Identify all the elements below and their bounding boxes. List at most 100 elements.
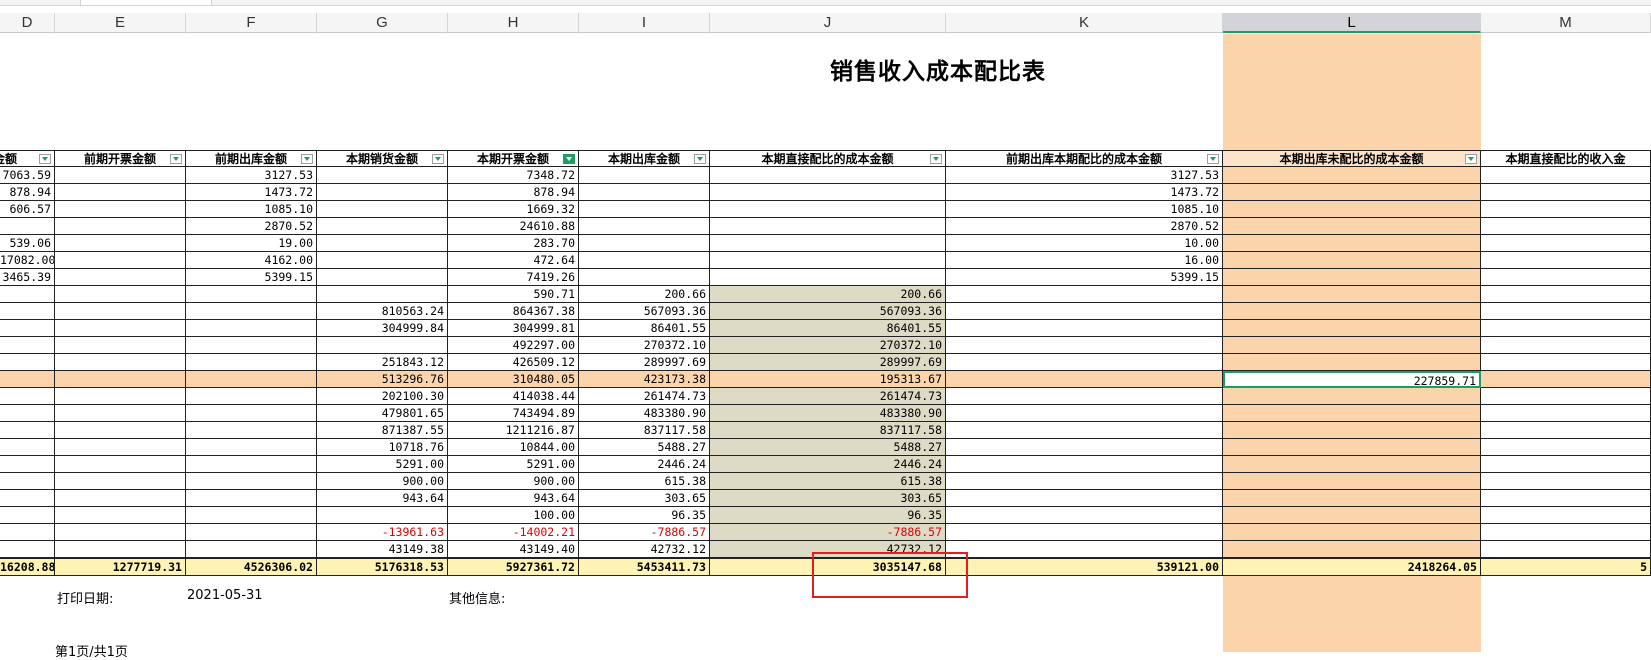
table-cell[interactable] (946, 405, 1223, 422)
table-cell[interactable]: -7886.57 (579, 524, 710, 541)
table-cell[interactable] (317, 235, 448, 252)
table-cell[interactable] (1481, 541, 1651, 558)
total-cell-h[interactable]: 5927361.72 (448, 558, 579, 576)
table-cell[interactable]: 567093.36 (710, 303, 946, 320)
table-cell[interactable] (946, 354, 1223, 371)
filter-dropdown-icon[interactable] (170, 154, 182, 164)
total-cell-g[interactable]: 5176318.53 (317, 558, 448, 576)
table-cell[interactable]: 414038.44 (448, 388, 579, 405)
total-cell-d[interactable]: 16208.88 (0, 558, 55, 576)
table-cell[interactable] (186, 337, 317, 354)
table-cell[interactable]: 7348.72 (448, 167, 579, 184)
table-cell[interactable]: 7063.59 (0, 167, 55, 184)
table-cell[interactable] (946, 337, 1223, 354)
table-cell[interactable] (946, 524, 1223, 541)
filter-dropdown-icon[interactable] (694, 154, 706, 164)
table-cell[interactable] (186, 286, 317, 303)
column-header-e[interactable]: E (55, 13, 186, 33)
table-cell[interactable] (946, 473, 1223, 490)
table-cell[interactable] (55, 405, 186, 422)
table-cell[interactable] (1223, 167, 1481, 184)
table-cell[interactable] (1481, 269, 1651, 286)
table-cell[interactable] (317, 286, 448, 303)
table-cell[interactable]: -13961.63 (317, 524, 448, 541)
table-cell[interactable] (186, 439, 317, 456)
table-cell[interactable]: 837117.58 (579, 422, 710, 439)
table-cell[interactable]: 200.66 (710, 286, 946, 303)
table-cell[interactable] (0, 456, 55, 473)
table-cell[interactable] (1481, 524, 1651, 541)
column-header-f[interactable]: F (186, 13, 317, 33)
table-cell[interactable] (1481, 388, 1651, 405)
table-cell[interactable] (186, 320, 317, 337)
table-cell[interactable] (55, 201, 186, 218)
table-cell[interactable] (710, 167, 946, 184)
table-cell[interactable] (946, 541, 1223, 558)
table-cell[interactable]: 900.00 (317, 473, 448, 490)
table-cell[interactable]: 5399.15 (186, 269, 317, 286)
table-cell[interactable] (1223, 337, 1481, 354)
table-cell[interactable]: 19.00 (186, 235, 317, 252)
table-cell[interactable] (946, 371, 1223, 388)
table-cell[interactable] (317, 184, 448, 201)
table-cell[interactable]: 837117.58 (710, 422, 946, 439)
table-cell[interactable] (55, 320, 186, 337)
table-cell[interactable] (1481, 303, 1651, 320)
table-cell[interactable] (1223, 218, 1481, 235)
table-cell[interactable]: 483380.90 (579, 405, 710, 422)
total-cell-f[interactable]: 4526306.02 (186, 558, 317, 576)
table-cell[interactable]: 251843.12 (317, 354, 448, 371)
table-cell[interactable] (946, 320, 1223, 337)
table-cell[interactable] (946, 439, 1223, 456)
table-cell[interactable] (186, 371, 317, 388)
table-cell[interactable] (1223, 422, 1481, 439)
column-header-d[interactable]: D (0, 13, 55, 33)
table-cell[interactable] (1481, 252, 1651, 269)
table-cell[interactable] (317, 269, 448, 286)
table-cell[interactable]: 878.94 (0, 184, 55, 201)
table-cell[interactable] (186, 473, 317, 490)
table-cell[interactable] (1223, 286, 1481, 303)
table-cell[interactable] (0, 507, 55, 524)
table-cell[interactable] (1223, 541, 1481, 558)
table-cell[interactable] (1481, 456, 1651, 473)
table-cell[interactable] (710, 252, 946, 269)
table-cell[interactable] (186, 541, 317, 558)
table-cell[interactable]: 304999.81 (448, 320, 579, 337)
table-cell[interactable] (317, 218, 448, 235)
table-cell[interactable] (946, 286, 1223, 303)
table-cell[interactable] (55, 439, 186, 456)
column-header-i[interactable]: I (579, 13, 710, 33)
table-cell[interactable]: 539.06 (0, 235, 55, 252)
column-header-h[interactable]: H (448, 13, 579, 33)
table-cell[interactable] (55, 388, 186, 405)
total-cell-k[interactable]: 539121.00 (946, 558, 1223, 576)
table-cell[interactable]: 943.64 (317, 490, 448, 507)
filter-active-icon[interactable] (563, 154, 575, 164)
table-cell[interactable] (710, 184, 946, 201)
table-cell[interactable]: 43149.40 (448, 541, 579, 558)
table-cell[interactable] (1481, 422, 1651, 439)
table-cell[interactable]: 202100.30 (317, 388, 448, 405)
table-cell[interactable]: 24610.88 (448, 218, 579, 235)
table-cell[interactable]: 270372.10 (579, 337, 710, 354)
table-cell[interactable]: 2870.52 (186, 218, 317, 235)
table-cell[interactable] (1481, 354, 1651, 371)
total-cell-i[interactable]: 5453411.73 (579, 558, 710, 576)
table-cell[interactable] (55, 490, 186, 507)
column-header-l[interactable]: L (1223, 13, 1481, 33)
table-cell[interactable]: 472.64 (448, 252, 579, 269)
table-cell[interactable]: 900.00 (448, 473, 579, 490)
table-cell[interactable]: 810563.24 (317, 303, 448, 320)
table-cell[interactable]: 871387.55 (317, 422, 448, 439)
table-cell[interactable]: 289997.69 (710, 354, 946, 371)
table-cell[interactable]: 200.66 (579, 286, 710, 303)
table-cell[interactable] (0, 337, 55, 354)
table-cell[interactable] (1223, 320, 1481, 337)
table-cell[interactable] (579, 218, 710, 235)
table-cell[interactable] (1481, 473, 1651, 490)
table-cell[interactable]: 310480.05 (448, 371, 579, 388)
table-cell[interactable]: 743494.89 (448, 405, 579, 422)
table-cell[interactable]: 304999.84 (317, 320, 448, 337)
table-cell[interactable]: 1211216.87 (448, 422, 579, 439)
